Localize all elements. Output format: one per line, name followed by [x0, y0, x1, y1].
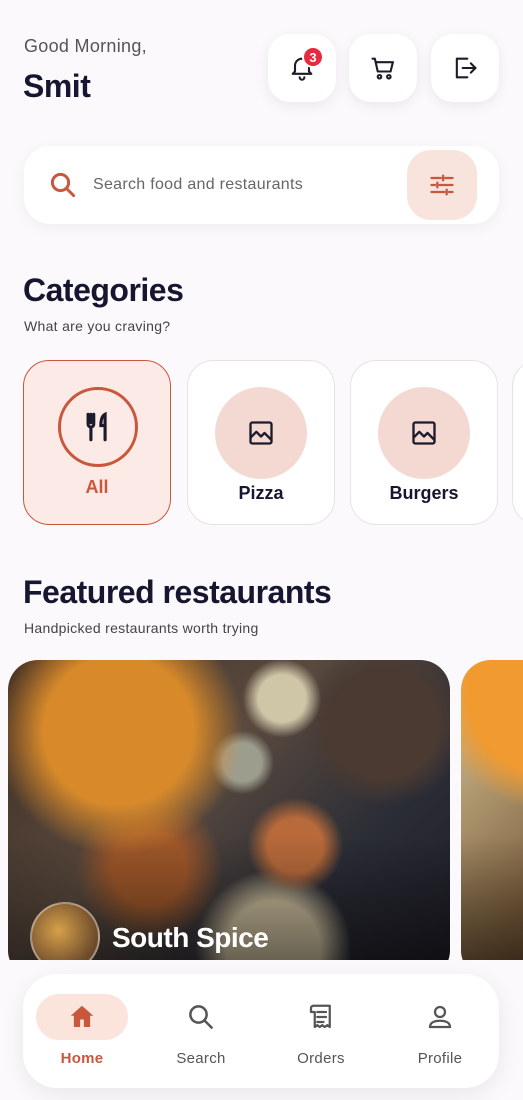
- category-all[interactable]: All: [23, 360, 171, 525]
- nav-label: Home: [60, 1050, 104, 1067]
- restaurant-card[interactable]: [461, 660, 523, 960]
- featured-title: Featured restaurants: [23, 574, 332, 610]
- notifications-button[interactable]: 3: [268, 34, 336, 102]
- nav-profile-pill: [394, 994, 486, 1040]
- search-input[interactable]: Search food and restaurants: [93, 176, 303, 194]
- nav-search-pill: [155, 994, 247, 1040]
- home-icon: [70, 1005, 94, 1027]
- image-placeholder-icon: [412, 421, 436, 445]
- category-more[interactable]: [512, 360, 523, 525]
- category-burgers-circle: [378, 387, 470, 479]
- featured-subtitle: Handpicked restaurants worth trying: [24, 620, 259, 636]
- person-icon: [428, 1005, 452, 1029]
- categories-subtitle: What are you craving?: [24, 318, 171, 334]
- restaurant-card[interactable]: South Spice: [8, 660, 450, 960]
- nav-orders-pill: [275, 994, 367, 1040]
- image-placeholder-icon: [249, 421, 273, 445]
- restaurant-thumbnail: [30, 902, 100, 960]
- notification-badge: 3: [302, 46, 324, 68]
- featured-restaurants-list: South Spice: [0, 660, 523, 960]
- nav-label: Profile: [417, 1050, 463, 1067]
- greeting-text: Good Morning,: [24, 36, 147, 56]
- category-pizza-circle: [215, 387, 307, 479]
- fork-knife-icon: [86, 411, 107, 442]
- cart-icon: [371, 57, 394, 80]
- search-icon: [189, 1005, 213, 1029]
- restaurant-name: South Spice: [112, 922, 269, 953]
- logout-icon: [455, 57, 477, 79]
- nav-profile[interactable]: Profile: [394, 994, 486, 1070]
- search-icon: [50, 172, 76, 198]
- category-all-circle: [58, 387, 138, 467]
- nav-label: Search: [176, 1050, 226, 1067]
- category-pizza[interactable]: Pizza: [187, 360, 335, 525]
- category-label: Burgers: [389, 483, 459, 503]
- nav-search[interactable]: Search: [155, 994, 247, 1070]
- receipt-icon: [309, 1004, 331, 1029]
- category-burgers[interactable]: Burgers: [350, 360, 498, 525]
- filter-button[interactable]: [407, 150, 477, 220]
- user-name: Smit: [23, 68, 91, 104]
- category-label: All: [85, 477, 109, 497]
- categories-title: Categories: [23, 272, 184, 308]
- logout-button[interactable]: [431, 34, 499, 102]
- nav-home-pill: [36, 994, 128, 1040]
- search-bar[interactable]: Search food and restaurants: [24, 146, 499, 224]
- nav-label: Orders: [297, 1050, 345, 1067]
- category-label: Pizza: [238, 483, 284, 503]
- cart-button[interactable]: [349, 34, 417, 102]
- categories-list: All Pizza Burgers: [0, 358, 523, 528]
- nav-home[interactable]: Home: [36, 994, 128, 1070]
- nav-orders[interactable]: Orders: [275, 994, 367, 1070]
- bottom-navigation: Home Search Orders Profile: [23, 974, 499, 1088]
- sliders-icon: [430, 174, 454, 196]
